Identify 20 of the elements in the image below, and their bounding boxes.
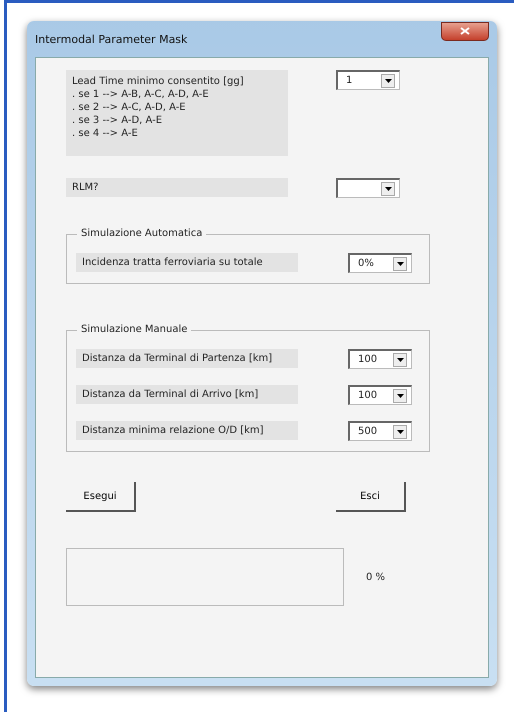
field-label: Distanza minima relazione O/D [km] [76, 421, 298, 440]
group-title: Simulazione Automatica [77, 228, 206, 239]
lead-time-label: Lead Time minimo consentito [gg] . se 1 --> A-B, A-C, A-D, A-E . se 2 --> A-C, A-D, A-E . se 3 --> A-D, A-E . se 4 --> A-E [66, 70, 288, 156]
action-button[interactable]: Esci [336, 482, 406, 512]
window-title: Intermodal Parameter Mask [35, 32, 188, 46]
dropdown[interactable]: 1 [336, 70, 400, 90]
rlm-label: RLM? [66, 178, 288, 197]
action-button[interactable]: Esegui [66, 482, 136, 512]
field-label: Distanza da Terminal di Arrivo [km] [76, 385, 298, 404]
dropdown[interactable]: 0% [348, 253, 412, 273]
group-title: Simulazione Manuale [77, 324, 192, 335]
dropdown[interactable]: 100 [348, 385, 412, 405]
close-button[interactable] [441, 22, 489, 40]
field-label: Distanza da Terminal di Partenza [km] [76, 349, 298, 368]
close-icon [460, 27, 470, 35]
dropdown[interactable]: 500 [348, 421, 412, 441]
dropdown[interactable]: 100 [348, 349, 412, 369]
dropdown[interactable] [336, 178, 400, 198]
field-label: Incidenza tratta ferroviaria su totale [76, 253, 298, 272]
progress-reading: 0 % [366, 572, 386, 582]
